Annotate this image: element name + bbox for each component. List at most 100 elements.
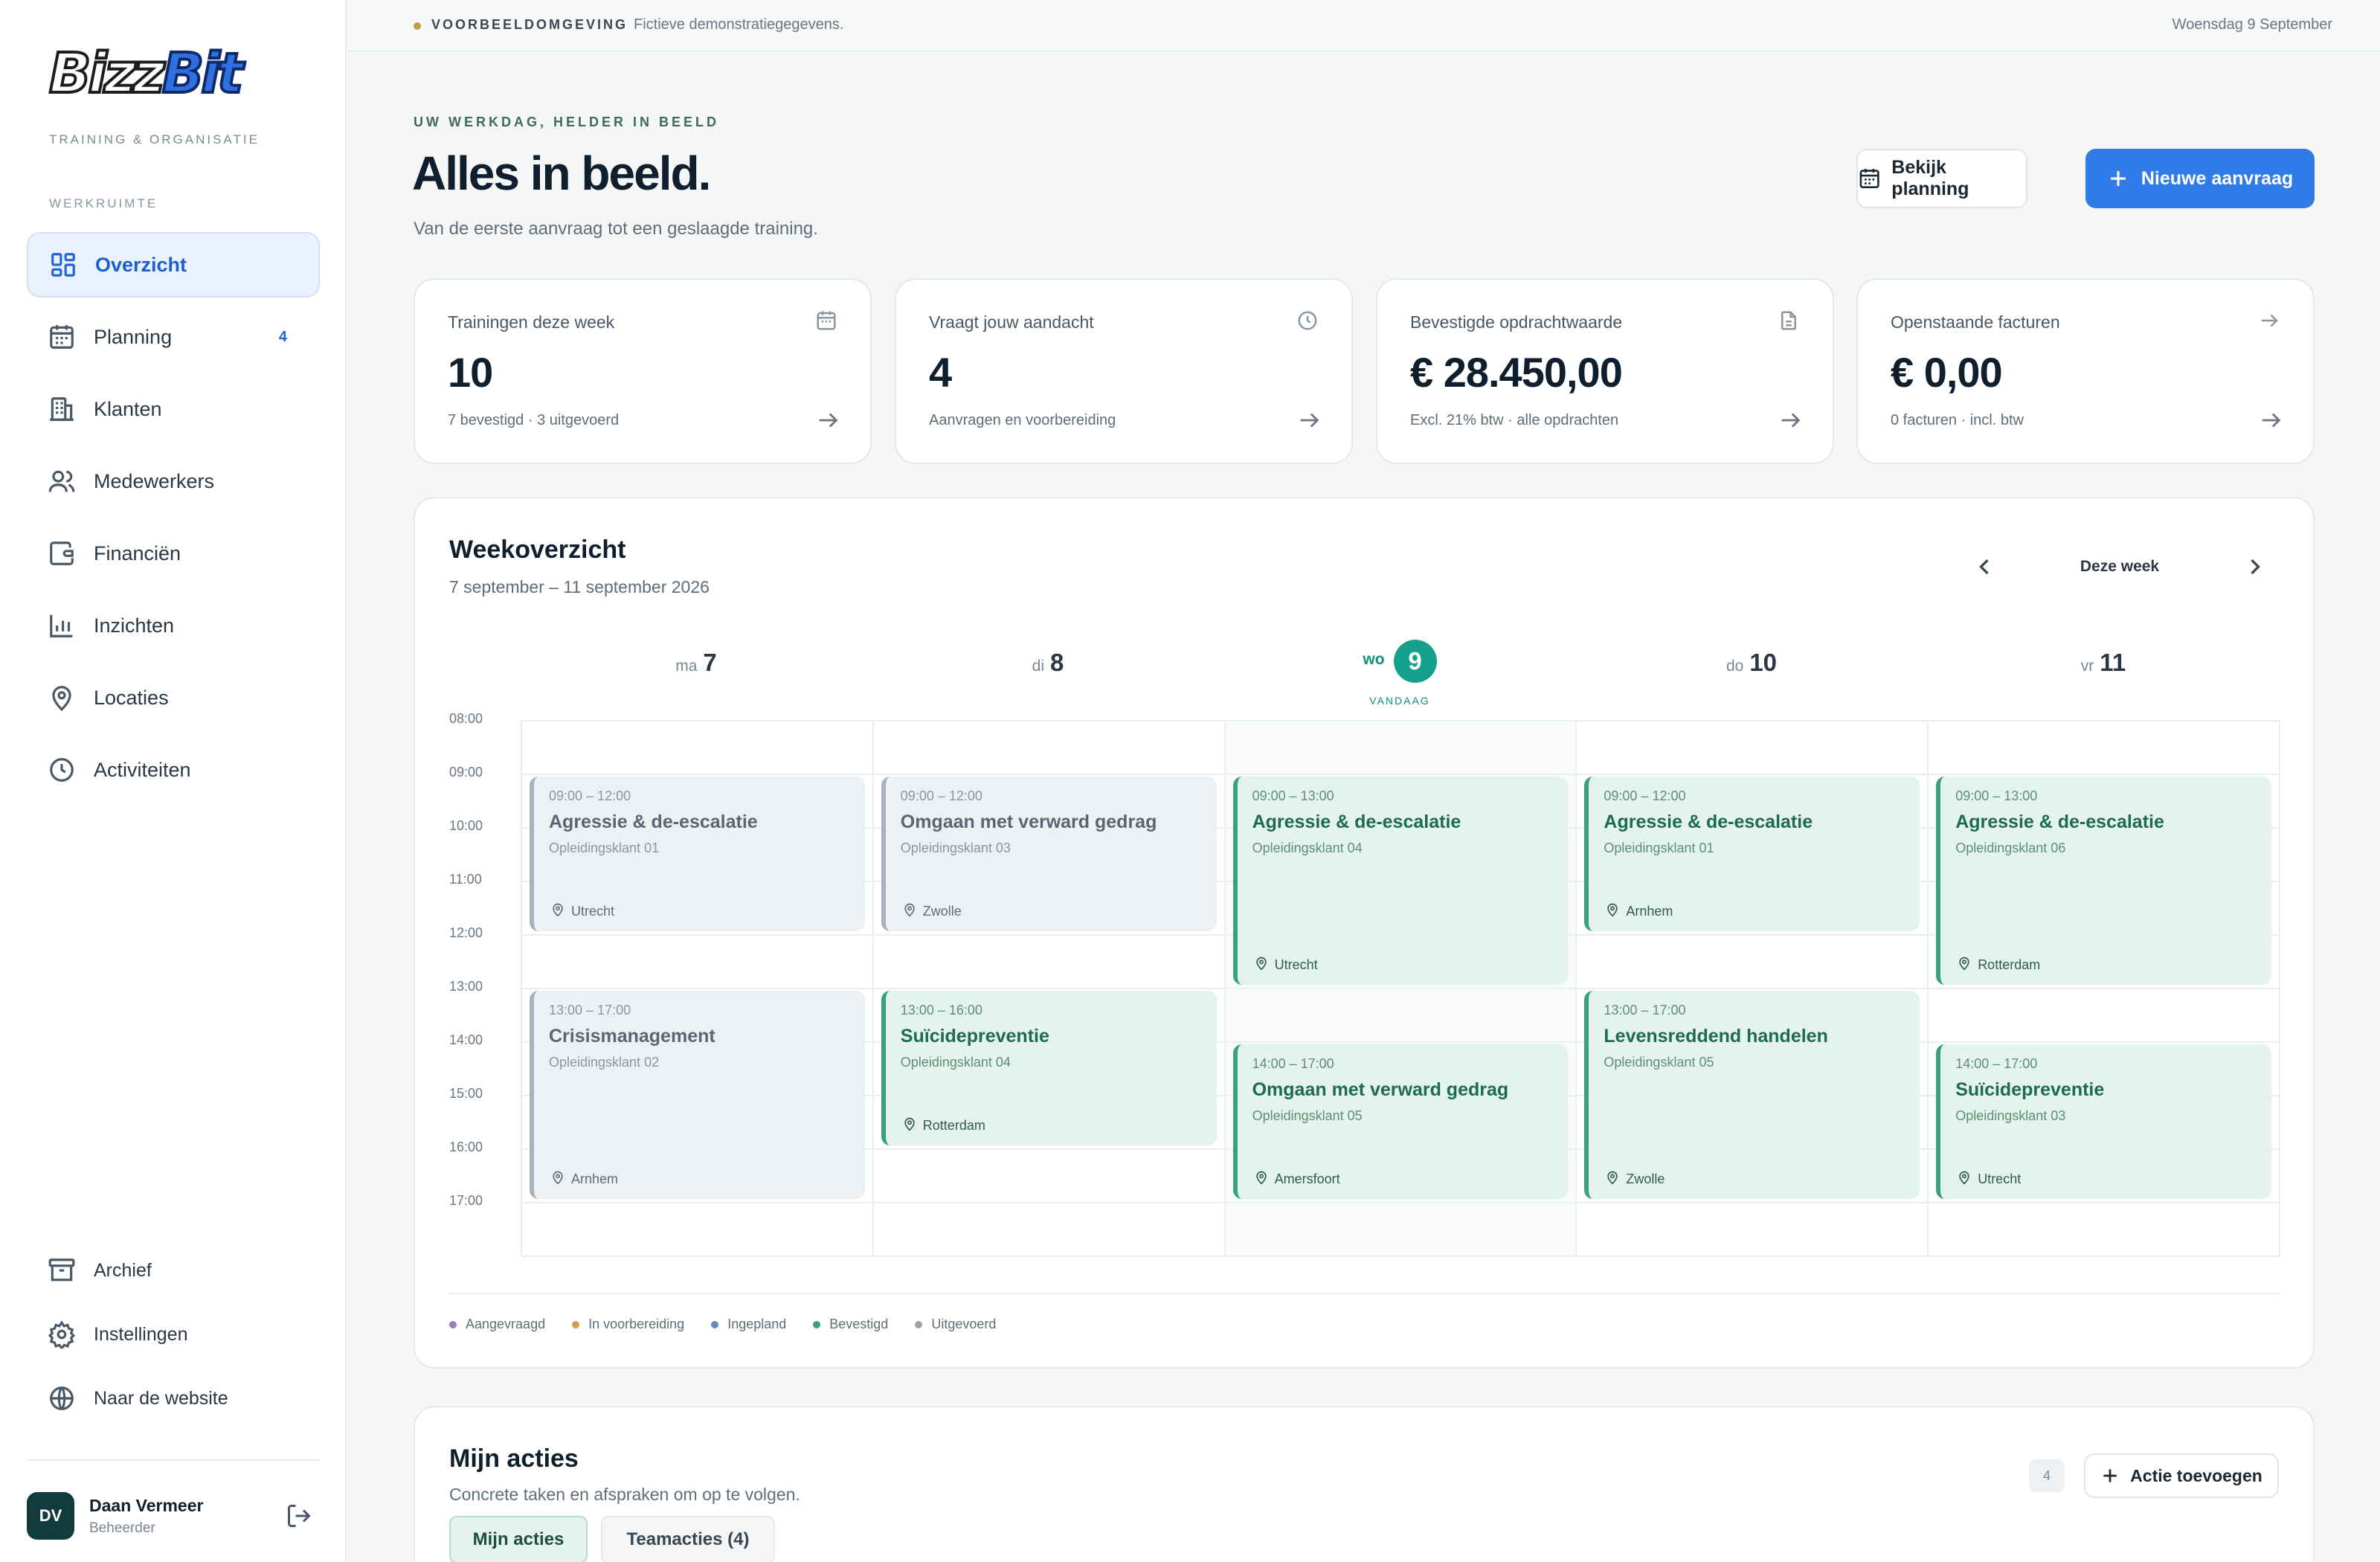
sidebar-item-label: Archief (94, 1259, 152, 1281)
week-range: 7 september – 11 september 2026 (449, 577, 710, 597)
view-planning-label: Bekijk planning (1891, 157, 1969, 199)
new-request-button[interactable]: Nieuwe aanvraag (2085, 149, 2315, 208)
arrow-right-icon (2258, 309, 2280, 332)
sidebar-item-label: Locaties (94, 686, 169, 709)
legend-item: Aangevraagd (449, 1317, 545, 1332)
grid-day-line (1223, 720, 1226, 1256)
page-subtitle: Van de eerste aanvraag tot een geslaagde… (414, 219, 818, 239)
add-action-button[interactable]: Actie toevoegen (2084, 1453, 2279, 1498)
day-number: 7 (703, 649, 717, 676)
grid-day-line (1927, 720, 1929, 1256)
day-abbr: vr (2080, 658, 2094, 675)
legend-label: Aangevraagd (466, 1317, 546, 1331)
event-location: Rotterdam (902, 1116, 985, 1135)
legend-dot (572, 1320, 580, 1328)
sidebar-item-instellingen[interactable]: Instellingen (27, 1306, 320, 1363)
calendar-event[interactable]: 09:00 – 12:00 Agressie & de-escalatie Ople… (530, 777, 865, 931)
sidebar-item-planning[interactable]: Planning 4 (27, 304, 320, 370)
event-time: 09:00 – 12:00 (900, 788, 982, 803)
stat-value: € 0,00 (1891, 349, 2003, 396)
grid-hour-line (522, 988, 2280, 989)
actions-subtitle: Concrete taken en afspraken om op te vol… (449, 1485, 800, 1504)
event-location-label: Zwolle (1626, 1172, 1665, 1186)
sidebar-item-medewerkers[interactable]: Medewerkers (27, 449, 320, 514)
hour-label: 08:00 (449, 711, 483, 726)
calendar-event[interactable]: 14:00 – 17:00 Suïcidepreventie Opleidingsk… (1936, 1044, 2271, 1199)
grid-day-line (2279, 720, 2280, 1256)
bizzbit-logo[interactable]: BizzBit (48, 40, 257, 109)
stat-label: Openstaande facturen (1891, 312, 2060, 332)
today-date-circle: 9 (1393, 640, 1437, 683)
stat-card-facturen[interactable]: Openstaande facturen € 0,00 0 facturen ·… (1856, 278, 2315, 464)
event-location-label: Utrecht (1274, 957, 1318, 972)
event-client: Opleidingsklant 03 (900, 841, 1011, 855)
day-abbr: wo (1363, 651, 1385, 669)
calendar-icon (815, 309, 837, 332)
stat-card-opdrachtwaarde[interactable]: Bevestigde opdrachtwaarde € 28.450,00 Ex… (1376, 278, 1834, 464)
legend-label: Ingepland (727, 1317, 787, 1331)
sidebar-item-archief[interactable]: Archief (27, 1242, 320, 1299)
event-client: Opleidingsklant 05 (1252, 1108, 1363, 1123)
sidebar-item-locaties[interactable]: Locaties (27, 665, 320, 730)
stat-subtext: 0 facturen · incl. btw (1891, 412, 2024, 428)
user-name: Daan Vermeer (89, 1495, 204, 1515)
view-planning-button[interactable]: Bekijk planning (1856, 149, 2027, 208)
grid-day-line (1575, 720, 1577, 1256)
sidebar-divider (27, 1459, 320, 1461)
event-time: 13:00 – 16:00 (900, 1003, 982, 1018)
calendar-event[interactable]: 09:00 – 12:00 Agressie & de-escalatie Ople… (1584, 777, 1920, 931)
logout-button[interactable] (286, 1502, 312, 1529)
sidebar-item-activiteiten[interactable]: Activiteiten (27, 737, 320, 803)
grid-day-line (872, 720, 874, 1256)
user-profile[interactable]: DV Daan Vermeer Beheerder (27, 1488, 320, 1544)
tab-team-actions[interactable]: Teamacties (4) (601, 1516, 775, 1562)
legend-item: Uitgevoerd (915, 1317, 996, 1332)
next-week-button[interactable] (2242, 553, 2268, 580)
calendar-event[interactable]: 13:00 – 16:00 Suïcidepreventie Opleidingsk… (881, 991, 1217, 1145)
arrow-right-icon[interactable] (1296, 408, 1322, 433)
sidebar-item-inzichten[interactable]: Inzichten (27, 593, 320, 658)
calendar-event[interactable]: 09:00 – 13:00 Agressie & de-escalatie Ople… (1232, 777, 1569, 985)
calendar-event[interactable]: 13:00 – 17:00 Crisismanagement Opleidingsk… (530, 991, 865, 1199)
arrow-right-icon[interactable] (1778, 408, 1803, 433)
day-number: 11 (2100, 649, 2126, 676)
sidebar: BizzBit TRAINING & ORGANISATIE WERKRUIMT… (0, 0, 347, 1562)
sidebar-item-overzicht[interactable]: Overzicht (27, 232, 320, 298)
building-icon (50, 397, 74, 421)
event-location: Rotterdam (1957, 956, 2040, 974)
sidebar-item-website[interactable]: Naar de website (27, 1370, 320, 1427)
event-location: Utrecht (550, 902, 614, 921)
event-location-label: Utrecht (1978, 1172, 2022, 1186)
sidebar-item-financien[interactable]: Financiën (27, 521, 320, 586)
arrow-right-icon[interactable] (815, 408, 840, 433)
calendar-event[interactable]: 14:00 – 17:00 Omgaan met verward gedrag Op… (1232, 1044, 1569, 1199)
users-icon (48, 470, 75, 492)
environment-text: Fictieve demonstratiegegevens. (634, 16, 844, 33)
stat-subtext: 7 bevestigd · 3 uitgevoerd (448, 412, 620, 428)
stat-card-trainingen[interactable]: Trainingen deze week 10 7 bevestigd · 3 … (414, 278, 872, 464)
week-navigation: Deze week (1971, 552, 2268, 582)
sidebar-item-klanten[interactable]: Klanten (27, 376, 320, 442)
sidebar-item-label: Overzicht (95, 253, 187, 276)
day-abbr: do (1726, 658, 1744, 675)
event-client: Opleidingsklant 01 (1604, 841, 1714, 855)
event-location-label: Utrecht (571, 904, 615, 919)
sidebar-item-label: Klanten (94, 397, 162, 420)
map-pin-icon (550, 902, 571, 921)
stat-card-aandacht[interactable]: Vraagt jouw aandacht 4 Aanvragen en voor… (895, 278, 1353, 464)
legend-dot (711, 1320, 719, 1328)
add-action-label: Actie toevoegen (2130, 1465, 2262, 1485)
legend-item: Bevestigd (813, 1317, 888, 1332)
logo-tagline: TRAINING & ORGANISATIE (49, 132, 260, 147)
current-week-button[interactable]: Deze week (1971, 558, 2268, 576)
environment-label: VOORBEELDOMGEVING (431, 17, 628, 32)
tab-my-actions[interactable]: Mijn acties (449, 1516, 588, 1562)
event-client: Opleidingsklant 06 (1955, 841, 2066, 855)
arrow-right-icon[interactable] (2258, 408, 2283, 433)
user-role: Beheerder (89, 1520, 155, 1536)
day-number: 8 (1050, 649, 1064, 676)
calendar-event[interactable]: 09:00 – 13:00 Agressie & de-escalatie Ople… (1936, 777, 2271, 985)
gear-icon (48, 1320, 76, 1349)
calendar-event[interactable]: 09:00 – 12:00 Omgaan met verward gedrag Op… (881, 777, 1217, 931)
calendar-event[interactable]: 13:00 – 17:00 Levensreddend handelen Oplei… (1584, 991, 1920, 1199)
